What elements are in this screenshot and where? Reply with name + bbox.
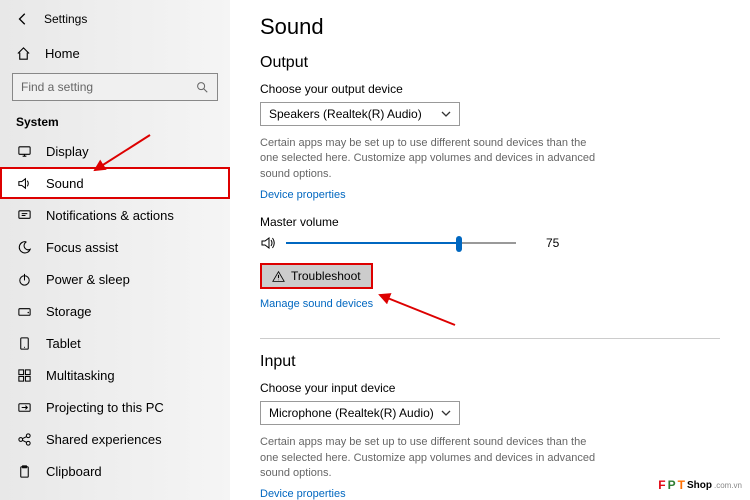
sidebar-item-label: Shared experiences — [46, 432, 162, 447]
divider — [260, 338, 720, 339]
sidebar-item-projecting-to-this-pc[interactable]: Projecting to this PC — [0, 391, 230, 423]
sidebar-item-label: Clipboard — [46, 464, 102, 479]
sidebar-item-multitasking[interactable]: Multitasking — [0, 359, 230, 391]
sidebar-item-label: Projecting to this PC — [46, 400, 164, 415]
display-icon — [16, 143, 32, 159]
sidebar-item-label: Focus assist — [46, 240, 118, 255]
chevron-down-icon — [441, 408, 451, 418]
main-content: Sound Output Choose your output device S… — [230, 0, 750, 500]
input-device-properties-link[interactable]: Device properties — [260, 488, 346, 500]
troubleshoot-label: Troubleshoot — [291, 269, 361, 283]
input-choose-label: Choose your input device — [260, 381, 720, 395]
input-desc: Certain apps may be set up to use differ… — [260, 435, 600, 481]
watermark: F P T Shop .com.vn — [658, 478, 742, 492]
search-input[interactable]: Find a setting — [12, 73, 218, 101]
sound-icon — [16, 175, 32, 191]
bell-icon — [16, 207, 32, 223]
sidebar-item-label: Multitasking — [46, 368, 115, 383]
slider-fill — [286, 242, 459, 244]
chevron-down-icon — [441, 109, 451, 119]
home-row[interactable]: Home — [0, 38, 230, 73]
warning-icon — [272, 270, 285, 283]
multi-icon — [16, 367, 32, 383]
input-heading: Input — [260, 353, 720, 371]
tablet-icon — [16, 335, 32, 351]
sidebar-item-label: Storage — [46, 304, 92, 319]
back-row[interactable]: Settings — [0, 8, 230, 38]
output-heading: Output — [260, 54, 720, 72]
output-desc: Certain apps may be set up to use differ… — [260, 136, 600, 182]
sidebar-item-label: Sound — [46, 176, 84, 191]
sidebar-item-tablet[interactable]: Tablet — [0, 327, 230, 359]
share-icon — [16, 431, 32, 447]
volume-value: 75 — [546, 236, 559, 250]
settings-title: Settings — [44, 12, 87, 26]
back-icon — [16, 12, 30, 26]
volume-row: 75 — [260, 235, 720, 251]
manage-sound-devices-link[interactable]: Manage sound devices — [260, 298, 373, 310]
project-icon — [16, 399, 32, 415]
drive-icon — [16, 303, 32, 319]
master-volume-label: Master volume — [260, 215, 720, 229]
sidebar-item-display[interactable]: Display — [0, 135, 230, 167]
sidebar-item-power-sleep[interactable]: Power & sleep — [0, 263, 230, 295]
sidebar-item-sound[interactable]: Sound — [0, 167, 230, 199]
moon-icon — [16, 239, 32, 255]
sidebar-item-clipboard[interactable]: Clipboard — [0, 455, 230, 487]
search-placeholder: Find a setting — [21, 80, 93, 94]
power-icon — [16, 271, 32, 287]
sidebar-item-focus-assist[interactable]: Focus assist — [0, 231, 230, 263]
output-device-value: Speakers (Realtek(R) Audio) — [269, 107, 422, 121]
sound-icon — [260, 235, 276, 251]
input-device-value: Microphone (Realtek(R) Audio) — [269, 406, 434, 420]
volume-slider[interactable] — [286, 242, 516, 244]
sidebar-item-storage[interactable]: Storage — [0, 295, 230, 327]
sidebar: Settings Home Find a setting System Disp… — [0, 0, 230, 500]
input-device-dropdown[interactable]: Microphone (Realtek(R) Audio) — [260, 401, 460, 425]
sidebar-item-label: Tablet — [46, 336, 81, 351]
sidebar-item-label: Power & sleep — [46, 272, 130, 287]
home-label: Home — [45, 46, 80, 61]
search-icon — [195, 80, 209, 94]
nav-list: Display Sound Notifications & actions Focus… — [0, 135, 230, 500]
sidebar-item-shared-experiences[interactable]: Shared experiences — [0, 423, 230, 455]
home-icon — [16, 46, 31, 61]
sidebar-item-notifications-actions[interactable]: Notifications & actions — [0, 199, 230, 231]
troubleshoot-button[interactable]: Troubleshoot — [260, 263, 373, 289]
output-device-dropdown[interactable]: Speakers (Realtek(R) Audio) — [260, 102, 460, 126]
output-choose-label: Choose your output device — [260, 82, 720, 96]
output-device-properties-link[interactable]: Device properties — [260, 189, 346, 201]
sidebar-item-label: Display — [46, 144, 89, 159]
page-title: Sound — [260, 14, 720, 40]
sidebar-item-label: Notifications & actions — [46, 208, 174, 223]
slider-thumb[interactable] — [456, 236, 462, 252]
clip-icon — [16, 463, 32, 479]
section-label: System — [0, 115, 230, 135]
